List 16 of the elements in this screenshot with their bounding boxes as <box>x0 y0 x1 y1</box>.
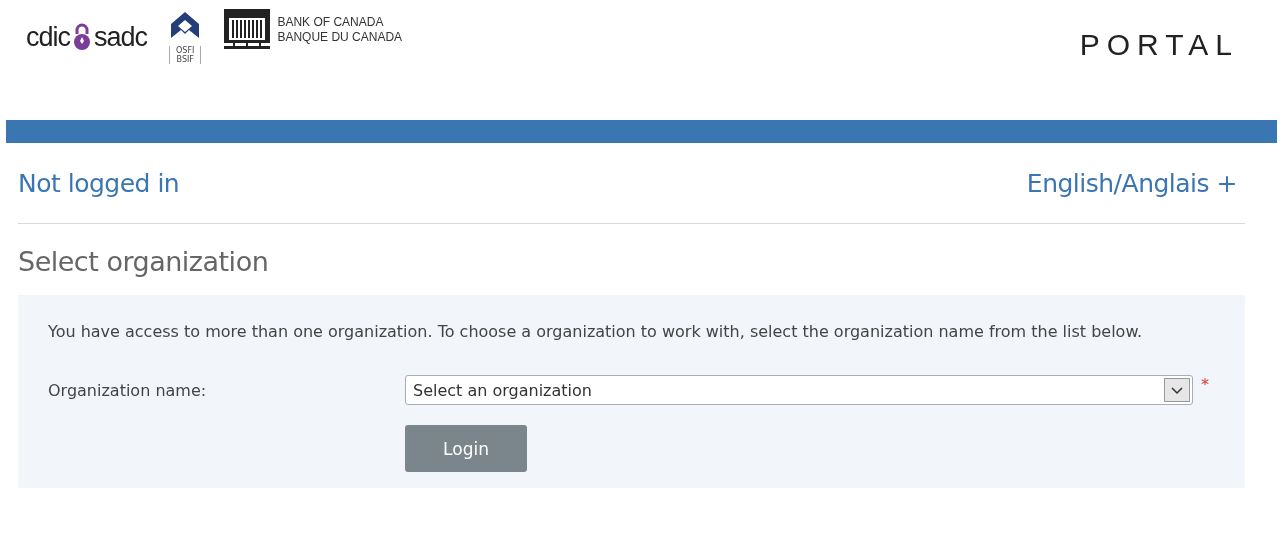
logo-text: sadc <box>94 21 148 53</box>
language-link[interactable]: English/Anglais + <box>1026 168 1237 198</box>
logo-text: BANK OF CANADA BANQUE DU CANADA <box>277 15 403 45</box>
field-label: Organization name: <box>48 380 208 400</box>
required-mark: * <box>1201 374 1209 394</box>
login-status: Not logged in <box>18 168 180 198</box>
bank-building-icon <box>223 8 272 52</box>
portal-title: PORTAL <box>1079 28 1239 62</box>
organization-dropdown[interactable]: Select an organization <box>405 375 1193 405</box>
intro-text: You have access to more than one organization. To choose a organization to work with, select the organization name from the list below. <box>48 321 1144 343</box>
login-button[interactable]: Login <box>405 425 527 472</box>
logo-text: OSFI BSIF <box>169 46 202 64</box>
chevron-down-icon <box>1164 378 1190 402</box>
padlock-icon <box>72 22 92 52</box>
logo-text: cdic <box>26 21 70 53</box>
page-heading: Select organization <box>18 246 270 277</box>
